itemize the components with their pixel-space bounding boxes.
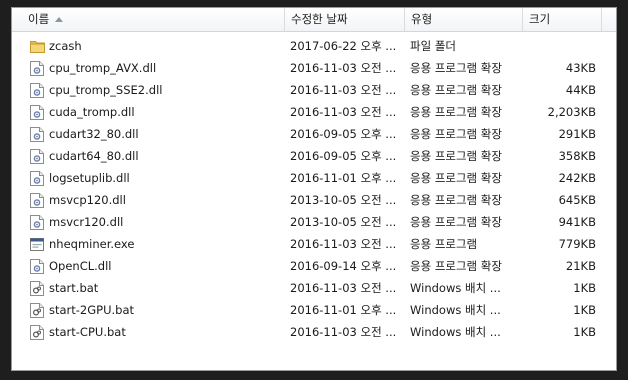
dll-file-icon: [30, 145, 46, 167]
file-date: 2016-11-03 오전 ...: [290, 105, 396, 119]
sort-ascending-icon: [55, 17, 64, 22]
file-size: 2,203KB: [547, 105, 596, 119]
file-row[interactable]: cudart32_80.dll 2016-09-05 오후 ... 응용 프로그램 …: [12, 123, 616, 145]
file-rows: zcash 2017-06-22 오후 ... 파일 폴더 cpu_tromp_AVX…: [12, 35, 616, 343]
file-type: 응용 프로그램 확장: [410, 105, 502, 119]
file-name: logsetuplib.dll: [49, 171, 130, 185]
file-row[interactable]: start.bat 2016-11-03 오전 ... Windows 배치 ...…: [12, 277, 616, 299]
file-size: 645KB: [558, 193, 596, 207]
file-name: start-CPU.bat: [49, 325, 126, 339]
file-row[interactable]: nheqminer.exe 2016-11-03 오전 ... 응용 프로그램 779…: [12, 233, 616, 255]
file-name: cpu_tromp_AVX.dll: [49, 61, 157, 75]
dll-file-icon: [30, 255, 46, 277]
file-name: cudart64_80.dll: [49, 149, 139, 163]
file-date: 2016-09-14 오후 ...: [290, 259, 396, 273]
file-row[interactable]: cudart64_80.dll 2016-09-05 오후 ... 응용 프로그램 …: [12, 145, 616, 167]
file-name: zcash: [49, 39, 82, 53]
file-row[interactable]: cpu_tromp_AVX.dll 2016-11-03 오전 ... 응용 프로그…: [12, 57, 616, 79]
file-date: 2016-09-05 오후 ...: [290, 127, 396, 141]
file-type: 응용 프로그램: [410, 237, 478, 251]
file-size: 242KB: [558, 171, 596, 185]
file-size: 1KB: [573, 303, 596, 317]
column-header-name-label: 이름: [28, 12, 50, 26]
column-header-size[interactable]: 크기: [523, 8, 602, 31]
file-row[interactable]: start-CPU.bat 2016-11-03 오전 ... Windows 배치…: [12, 321, 616, 343]
file-size: 1KB: [573, 325, 596, 339]
file-name: cuda_tromp.dll: [49, 105, 135, 119]
file-type: 응용 프로그램 확장: [410, 61, 502, 75]
file-type: 응용 프로그램 확장: [410, 171, 502, 185]
dll-file-icon: [30, 57, 46, 79]
file-name: msvcr120.dll: [49, 215, 124, 229]
file-name: start.bat: [49, 281, 99, 295]
file-date: 2016-11-01 오후 ...: [290, 171, 396, 185]
file-date: 2016-11-03 오전 ...: [290, 61, 396, 75]
file-type: Windows 배치 ...: [410, 325, 501, 339]
file-size: 44KB: [565, 83, 596, 97]
file-name: OpenCL.dll: [49, 259, 112, 273]
file-name: cpu_tromp_SSE2.dll: [49, 83, 163, 97]
file-type: 응용 프로그램 확장: [410, 215, 502, 229]
bat-file-icon: [30, 321, 46, 343]
column-header-date-label: 수정한 날짜: [291, 12, 348, 26]
file-size: 21KB: [565, 259, 596, 273]
file-row[interactable]: msvcp120.dll 2013-10-05 오전 ... 응용 프로그램 확장 6…: [12, 189, 616, 211]
file-row[interactable]: cuda_tromp.dll 2016-11-03 오전 ... 응용 프로그램 확…: [12, 101, 616, 123]
bat-file-icon: [30, 277, 46, 299]
file-date: 2013-10-05 오전 ...: [290, 193, 396, 207]
column-header-name[interactable]: 이름: [12, 8, 285, 31]
file-type: Windows 배치 ...: [410, 281, 501, 295]
file-type: 응용 프로그램 확장: [410, 259, 502, 273]
file-row[interactable]: logsetuplib.dll 2016-11-01 오후 ... 응용 프로그램 …: [12, 167, 616, 189]
file-type: 파일 폴더: [410, 39, 456, 53]
dll-file-icon: [30, 211, 46, 233]
column-header-date[interactable]: 수정한 날짜: [285, 8, 405, 31]
file-row[interactable]: msvcr120.dll 2013-10-05 오전 ... 응용 프로그램 확장 9…: [12, 211, 616, 233]
dll-file-icon: [30, 167, 46, 189]
file-type: 응용 프로그램 확장: [410, 83, 502, 97]
file-row[interactable]: zcash 2017-06-22 오후 ... 파일 폴더: [12, 35, 616, 57]
file-type: 응용 프로그램 확장: [410, 127, 502, 141]
file-size: [524, 35, 596, 57]
exe-file-icon: [30, 233, 46, 255]
folder-icon: [30, 35, 46, 57]
file-name: start-2GPU.bat: [49, 303, 135, 317]
column-header-size-label: 크기: [529, 12, 551, 26]
column-header-type-label: 유형: [411, 12, 433, 26]
column-header-bar: 이름 수정한 날짜 유형 크기: [12, 8, 616, 32]
file-row[interactable]: cpu_tromp_SSE2.dll 2016-11-03 오전 ... 응용 프로…: [12, 79, 616, 101]
file-row[interactable]: OpenCL.dll 2016-09-14 오후 ... 응용 프로그램 확장 21K…: [12, 255, 616, 277]
file-name: cudart32_80.dll: [49, 127, 139, 141]
file-type: 응용 프로그램 확장: [410, 149, 502, 163]
file-size: 941KB: [558, 215, 596, 229]
file-size: 43KB: [565, 61, 596, 75]
column-header-type[interactable]: 유형: [405, 8, 523, 31]
file-size: 779KB: [558, 237, 596, 251]
file-size: 1KB: [573, 281, 596, 295]
file-row[interactable]: start-2GPU.bat 2016-11-01 오후 ... Windows 배…: [12, 299, 616, 321]
file-type: 응용 프로그램 확장: [410, 193, 502, 207]
file-date: 2017-06-22 오후 ...: [290, 39, 396, 53]
file-date: 2016-11-03 오전 ...: [290, 325, 396, 339]
file-date: 2016-11-03 오전 ...: [290, 281, 396, 295]
file-type: Windows 배치 ...: [410, 303, 501, 317]
column-header-filler: [602, 8, 616, 31]
file-name: msvcp120.dll: [49, 193, 126, 207]
file-date: 2013-10-05 오전 ...: [290, 215, 396, 229]
bat-file-icon: [30, 299, 46, 321]
dll-file-icon: [30, 189, 46, 211]
file-date: 2016-11-01 오후 ...: [290, 303, 396, 317]
file-name: nheqminer.exe: [49, 237, 135, 251]
dll-file-icon: [30, 79, 46, 101]
file-date: 2016-11-03 오전 ...: [290, 237, 396, 251]
file-size: 358KB: [558, 149, 596, 163]
dll-file-icon: [30, 101, 46, 123]
file-date: 2016-11-03 오전 ...: [290, 83, 396, 97]
file-size: 291KB: [558, 127, 596, 141]
dll-file-icon: [30, 123, 46, 145]
file-list-view: 이름 수정한 날짜 유형 크기 zcash 2017-06-22 오후 ... 파일…: [11, 7, 617, 371]
file-date: 2016-09-05 오후 ...: [290, 149, 396, 163]
